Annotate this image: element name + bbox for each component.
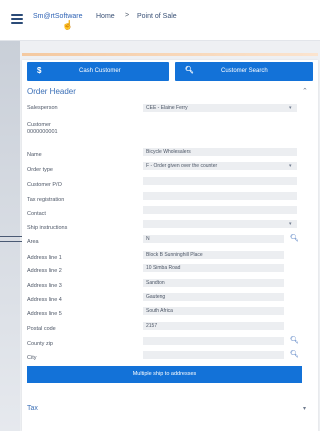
address-line-3-label: Address line 3 [27,283,62,289]
breadcrumb-separator: > [125,12,130,19]
address-line-1-label: Address line 1 [27,255,62,261]
county-zip-label: County zip [27,341,53,347]
breadcrumb-point-of-sale: Point of Sale [137,13,177,20]
city-search-icon[interactable]: 🔍︎ [290,350,299,358]
cash-customer-label: Cash Customer [79,68,121,74]
city-field[interactable] [143,351,284,359]
tax-registration-field[interactable] [143,192,297,200]
tax-registration-label: Tax registration [27,197,65,203]
salesperson-label: Salesperson [27,105,58,111]
breadcrumb-home[interactable]: Home [96,13,115,20]
tax-section-title: Tax [27,405,38,412]
order-type-select[interactable]: F - Order given over the counter [143,162,297,170]
area-label: Area [27,239,39,245]
order-header-title: Order Header [27,87,76,96]
order-type-label: Order type [27,167,53,173]
accent-bar [22,53,318,56]
address-line-4-field[interactable]: Gauteng [143,293,284,301]
ship-instructions-select[interactable] [143,220,297,228]
ship-instructions-label: Ship instructions [27,225,68,231]
county-zip-field[interactable] [143,337,284,345]
postal-code-label: Postal code [27,326,56,332]
area-search-icon[interactable]: 🔍︎ [290,234,299,242]
county-zip-search-icon[interactable]: 🔍︎ [290,336,299,344]
customer-label: Customer [27,122,51,128]
address-line-2-field[interactable]: 10 Simba Road [143,264,284,272]
postal-code-field[interactable]: 2157 [143,322,284,330]
address-line-5-field[interactable]: South Africa [143,307,284,315]
city-label: City [27,355,37,361]
search-icon: 🔍︎ [185,67,194,74]
chevron-down-icon: ▾ [289,105,292,111]
chevron-up-icon[interactable]: ⌃ [302,87,308,95]
address-line-3-field[interactable]: Sandton [143,279,284,287]
area-field[interactable]: N [143,235,284,243]
top-bar: Sm@rtSoftware Home > Point of Sale ☝ [0,0,320,41]
customer-code: 0000000001 [27,129,58,135]
name-field[interactable]: Bicycle Wholesalers [143,148,297,156]
multiple-ship-to-addresses-button[interactable]: Multiple ship to addresses [27,366,302,383]
chevron-down-icon: ▾ [289,163,292,169]
chevron-down-icon[interactable]: ▾ [303,405,306,412]
customer-po-label: Customer P/O [27,182,62,188]
hamburger-icon[interactable] [11,14,23,24]
dollar-icon: $ [37,66,42,75]
customer-po-field[interactable] [143,177,297,185]
cash-customer-button[interactable]: $ Cash Customer [27,62,169,81]
address-line-4-label: Address line 4 [27,297,62,303]
address-line-5-label: Address line 5 [27,311,62,317]
address-line-1-field[interactable]: Block B Sunninghill Place [143,251,284,259]
name-label: Name [27,152,42,158]
hand-cursor-icon: ☝ [62,20,74,30]
chevron-down-icon: ▾ [289,221,292,227]
address-line-2-label: Address line 2 [27,268,62,274]
customer-search-label: Customer Search [221,68,268,74]
app-name-link[interactable]: Sm@rtSoftware [33,13,83,20]
contact-field[interactable] [143,206,297,214]
customer-search-button[interactable]: 🔍︎ Customer Search [175,62,313,81]
salesperson-select[interactable]: CEE - Elaine Ferry [143,104,297,112]
contact-label: Contact [27,211,46,217]
